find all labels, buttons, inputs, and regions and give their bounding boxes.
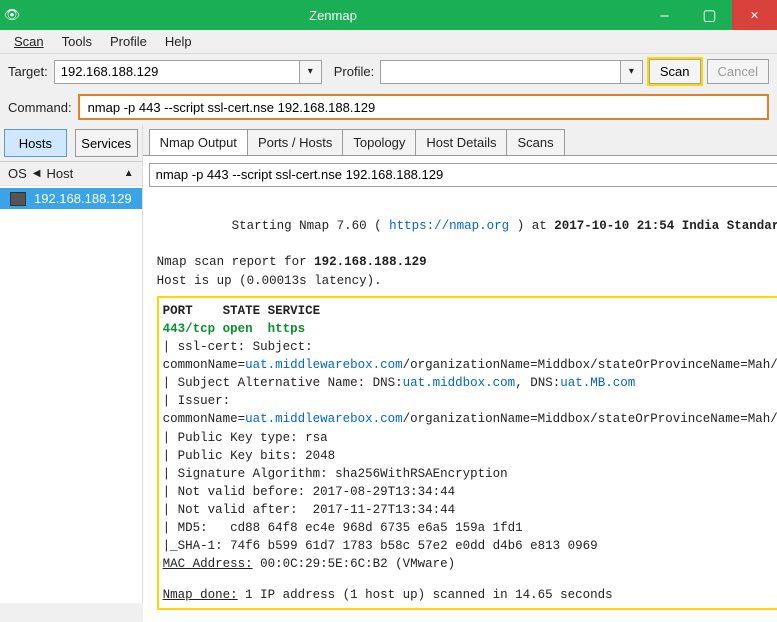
profile-input[interactable]	[381, 61, 620, 83]
close-button[interactable]: ×	[732, 0, 777, 30]
right-panel: Nmap Output Ports / Hosts Topology Host …	[143, 125, 777, 603]
tab-topology[interactable]: Topology	[342, 129, 416, 155]
window-title: Zenmap	[24, 8, 642, 23]
host-item[interactable]: 192.168.188.129	[0, 188, 142, 209]
profile-label: Profile:	[334, 64, 374, 79]
command-row: Command:	[0, 89, 777, 125]
cancel-button[interactable]: Cancel	[707, 59, 769, 84]
host-header-label: Host	[47, 166, 74, 181]
chevron-down-icon[interactable]: ▾	[299, 61, 321, 83]
history-input[interactable]	[150, 164, 777, 186]
services-toggle[interactable]: Services	[75, 129, 138, 157]
left-panel: Hosts Services OS ◀ Host ▲ 192.168.188.1…	[0, 125, 143, 603]
main-area: Hosts Services OS ◀ Host ▲ 192.168.188.1…	[0, 125, 777, 603]
menu-tools[interactable]: Tools	[54, 32, 100, 51]
target-input[interactable]	[55, 61, 299, 83]
target-label: Target:	[8, 64, 48, 79]
menubar: Scan Tools Profile Help	[0, 30, 777, 54]
menu-profile[interactable]: Profile	[102, 32, 155, 51]
history-row: ▾ Details	[143, 156, 777, 193]
tab-ports-hosts[interactable]: Ports / Hosts	[247, 129, 343, 155]
app-icon: 👁	[0, 7, 24, 23]
command-label: Command:	[8, 100, 72, 115]
tab-host-details[interactable]: Host Details	[415, 129, 507, 155]
command-input[interactable]	[78, 94, 769, 120]
target-combo[interactable]: ▾	[54, 60, 322, 84]
minimize-button[interactable]: –	[642, 0, 687, 30]
titlebar: 👁 Zenmap – ▢ ×	[0, 0, 777, 30]
nmap-url: https://nmap.org	[389, 219, 509, 233]
hosts-list: 192.168.188.129	[0, 186, 142, 603]
os-header-label: OS	[8, 166, 27, 181]
menu-scan[interactable]: Scan	[6, 32, 52, 51]
chevron-down-icon[interactable]: ▾	[620, 61, 642, 83]
maximize-button[interactable]: ▢	[687, 0, 732, 30]
scan-button[interactable]: Scan	[649, 59, 701, 84]
history-combo[interactable]: ▾	[149, 163, 777, 187]
target-row: Target: ▾ Profile: ▾ Scan Cancel	[0, 54, 777, 89]
tab-scans[interactable]: Scans	[506, 129, 564, 155]
hosts-toggle[interactable]: Hosts	[4, 129, 67, 157]
host-icon	[10, 192, 26, 206]
tabs: Nmap Output Ports / Hosts Topology Host …	[143, 125, 777, 155]
nmap-output: Starting Nmap 7.60 ( https://nmap.org ) …	[149, 193, 777, 616]
tab-nmap-output[interactable]: Nmap Output	[149, 129, 248, 155]
triangle-left-icon: ◀	[33, 168, 41, 179]
os-host-header[interactable]: OS ◀ Host ▲	[0, 162, 142, 186]
output-highlight-box: PORT STATE SERVICE 443/tcp open https | …	[157, 296, 777, 610]
profile-combo[interactable]: ▾	[380, 60, 643, 84]
menu-help[interactable]: Help	[157, 32, 200, 51]
tab-body: ▾ Details Starting Nmap 7.60 ( https://n…	[143, 155, 777, 622]
host-item-label: 192.168.188.129	[34, 191, 132, 206]
triangle-up-icon: ▲	[124, 168, 134, 179]
